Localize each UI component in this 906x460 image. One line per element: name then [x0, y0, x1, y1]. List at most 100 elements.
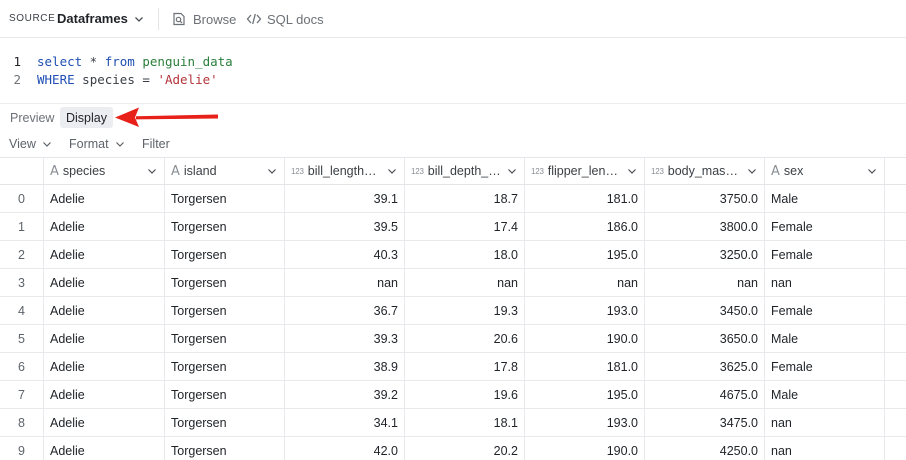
table-cell[interactable]: 38.9	[285, 353, 405, 380]
table-cell[interactable]: 193.0	[525, 297, 645, 324]
table-cell[interactable]: Torgersen	[165, 241, 285, 268]
chevron-down-icon[interactable]	[133, 13, 145, 25]
table-cell[interactable]: Adelie	[44, 325, 165, 352]
table-cell[interactable]: Torgersen	[165, 409, 285, 436]
table-cell[interactable]: 17.4	[405, 213, 525, 240]
table-cell[interactable]: Torgersen	[165, 381, 285, 408]
column-header-species[interactable]: Aspecies	[44, 158, 165, 184]
table-cell[interactable]: 34.1	[285, 409, 405, 436]
table-cell[interactable]: Torgersen	[165, 325, 285, 352]
table-row[interactable]: 5 Adelie Torgersen 39.3 20.6 190.0 3650.0 Male	[0, 325, 906, 353]
table-cell[interactable]: Female	[765, 353, 885, 380]
column-header-flipper_length[interactable]: 123 flipper_leng…	[525, 158, 645, 184]
table-cell[interactable]: 190.0	[525, 437, 645, 460]
table-cell[interactable]: 40.3	[285, 241, 405, 268]
table-cell[interactable]: nan	[285, 269, 405, 296]
column-header-bill_depth[interactable]: 123 bill_depth_…	[405, 158, 525, 184]
table-cell[interactable]: 42.0	[285, 437, 405, 460]
table-cell[interactable]: 39.5	[285, 213, 405, 240]
table-cell[interactable]: Adelie	[44, 437, 165, 460]
table-cell[interactable]: Adelie	[44, 353, 165, 380]
table-cell[interactable]: 19.6	[405, 381, 525, 408]
table-cell[interactable]: Adelie	[44, 409, 165, 436]
table-cell[interactable]: 186.0	[525, 213, 645, 240]
column-header-sex[interactable]: Asex	[765, 158, 885, 184]
table-cell[interactable]: 3800.0	[645, 213, 765, 240]
table-cell[interactable]: 17.8	[405, 353, 525, 380]
table-cell[interactable]: 39.2	[285, 381, 405, 408]
column-header-bill_length[interactable]: 123 bill_length_…	[285, 158, 405, 184]
table-cell[interactable]: Male	[765, 185, 885, 212]
table-cell[interactable]: Torgersen	[165, 353, 285, 380]
table-cell[interactable]: Adelie	[44, 241, 165, 268]
chevron-down-icon[interactable]	[266, 165, 278, 177]
chevron-down-icon[interactable]	[866, 165, 878, 177]
chevron-down-icon[interactable]	[146, 165, 158, 177]
table-cell[interactable]: Female	[765, 213, 885, 240]
table-row[interactable]: 7 Adelie Torgersen 39.2 19.6 195.0 4675.0 Male	[0, 381, 906, 409]
browse-button[interactable]: Browse	[171, 9, 236, 29]
table-cell[interactable]: Adelie	[44, 269, 165, 296]
table-cell[interactable]: Torgersen	[165, 185, 285, 212]
table-row[interactable]: 8 Adelie Torgersen 34.1 18.1 193.0 3475.0 nan	[0, 409, 906, 437]
table-cell[interactable]: Female	[765, 241, 885, 268]
table-cell[interactable]: Adelie	[44, 297, 165, 324]
table-row[interactable]: 4 Adelie Torgersen 36.7 19.3 193.0 3450.0 Femal…	[0, 297, 906, 325]
table-cell[interactable]: 193.0	[525, 409, 645, 436]
tab-display[interactable]: Display	[60, 107, 113, 128]
table-row[interactable]: 3 Adelie Torgersen nan nan nan nan nan	[0, 269, 906, 297]
table-cell[interactable]: 4675.0	[645, 381, 765, 408]
table-cell[interactable]: 195.0	[525, 241, 645, 268]
table-cell[interactable]: 20.6	[405, 325, 525, 352]
source-dropdown[interactable]: Dataframes	[57, 11, 128, 26]
table-cell[interactable]: 3475.0	[645, 409, 765, 436]
table-cell[interactable]: 19.3	[405, 297, 525, 324]
table-cell[interactable]: 3250.0	[645, 241, 765, 268]
table-row[interactable]: 0 Adelie Torgersen 39.1 18.7 181.0 3750.0 Male	[0, 185, 906, 213]
table-row[interactable]: 2 Adelie Torgersen 40.3 18.0 195.0 3250.0 Femal…	[0, 241, 906, 269]
table-cell[interactable]: Female	[765, 297, 885, 324]
table-cell[interactable]: 20.2	[405, 437, 525, 460]
table-cell[interactable]: 3450.0	[645, 297, 765, 324]
table-cell[interactable]: 190.0	[525, 325, 645, 352]
table-cell[interactable]: 4250.0	[645, 437, 765, 460]
table-cell[interactable]: Torgersen	[165, 437, 285, 460]
table-cell[interactable]: 39.1	[285, 185, 405, 212]
table-cell[interactable]: 18.7	[405, 185, 525, 212]
table-cell[interactable]: 3650.0	[645, 325, 765, 352]
chevron-down-icon[interactable]	[626, 165, 638, 177]
table-cell[interactable]: 181.0	[525, 185, 645, 212]
format-menu[interactable]: Format	[69, 135, 126, 153]
table-cell[interactable]: 3625.0	[645, 353, 765, 380]
chevron-down-icon[interactable]	[746, 165, 758, 177]
table-cell[interactable]: nan	[405, 269, 525, 296]
chevron-down-icon[interactable]	[506, 165, 518, 177]
chevron-down-icon[interactable]	[386, 165, 398, 177]
column-header-body_mass[interactable]: 123 body_mass_g	[645, 158, 765, 184]
sql-docs-button[interactable]: SQL docs	[246, 9, 324, 29]
table-cell[interactable]: 18.1	[405, 409, 525, 436]
table-cell[interactable]: Adelie	[44, 213, 165, 240]
table-cell[interactable]: Torgersen	[165, 269, 285, 296]
table-cell[interactable]: 36.7	[285, 297, 405, 324]
table-cell[interactable]: nan	[765, 409, 885, 436]
table-row[interactable]: 9 Adelie Torgersen 42.0 20.2 190.0 4250.0 nan	[0, 437, 906, 460]
table-row[interactable]: 6 Adelie Torgersen 38.9 17.8 181.0 3625.0 Femal…	[0, 353, 906, 381]
table-cell[interactable]: nan	[525, 269, 645, 296]
column-header-island[interactable]: Aisland	[165, 158, 285, 184]
tab-preview[interactable]: Preview	[4, 107, 60, 128]
table-cell[interactable]: Adelie	[44, 381, 165, 408]
table-cell[interactable]: Torgersen	[165, 297, 285, 324]
filter-button[interactable]: Filter	[142, 135, 170, 153]
table-cell[interactable]: 39.3	[285, 325, 405, 352]
table-cell[interactable]: 3750.0	[645, 185, 765, 212]
table-row[interactable]: 1 Adelie Torgersen 39.5 17.4 186.0 3800.0 Femal…	[0, 213, 906, 241]
view-menu[interactable]: View	[9, 135, 53, 153]
table-cell[interactable]: nan	[645, 269, 765, 296]
table-cell[interactable]: Torgersen	[165, 213, 285, 240]
sql-editor[interactable]: 1 select * from penguin_data 2 WHERE speci…	[0, 52, 906, 94]
table-cell[interactable]: 181.0	[525, 353, 645, 380]
table-cell[interactable]: 195.0	[525, 381, 645, 408]
table-cell[interactable]: nan	[765, 269, 885, 296]
table-cell[interactable]: Male	[765, 325, 885, 352]
